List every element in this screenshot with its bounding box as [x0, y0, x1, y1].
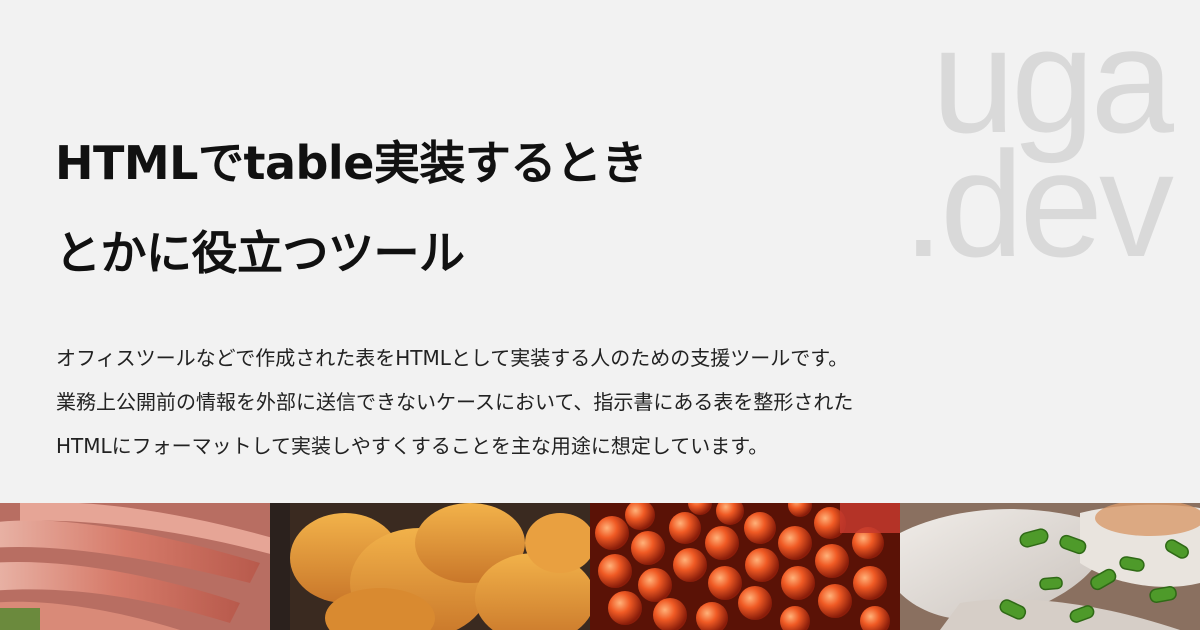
- description: オフィスツールなどで作成された表をHTMLとして実装する人のための支援ツールです…: [56, 336, 1056, 468]
- sushi-photo-illustration: [0, 503, 1200, 630]
- title-line-2: とかに役立つツール: [55, 226, 465, 280]
- sushi-photo: [0, 503, 1200, 630]
- watermark-line-2: .dev: [902, 120, 1174, 288]
- description-line-2: 業務上公開前の情報を外部に送信できないケースにおいて、指示書にある表を整形された: [56, 390, 854, 414]
- ogp-banner: uga .dev HTMLでtable実装するとき とかに役立つツール オフィス…: [0, 0, 1200, 630]
- title-line-1: HTMLでtable実装するとき: [55, 136, 647, 190]
- description-line-3: HTMLにフォーマットして実装しやすくすることを主な用途に想定しています。: [56, 434, 769, 458]
- site-logo-watermark: uga .dev: [860, 5, 1174, 288]
- description-line-1: オフィスツールなどで作成された表をHTMLとして実装する人のための支援ツールです…: [56, 346, 849, 370]
- page-title: HTMLでtable実装するとき とかに役立つツール: [55, 118, 835, 298]
